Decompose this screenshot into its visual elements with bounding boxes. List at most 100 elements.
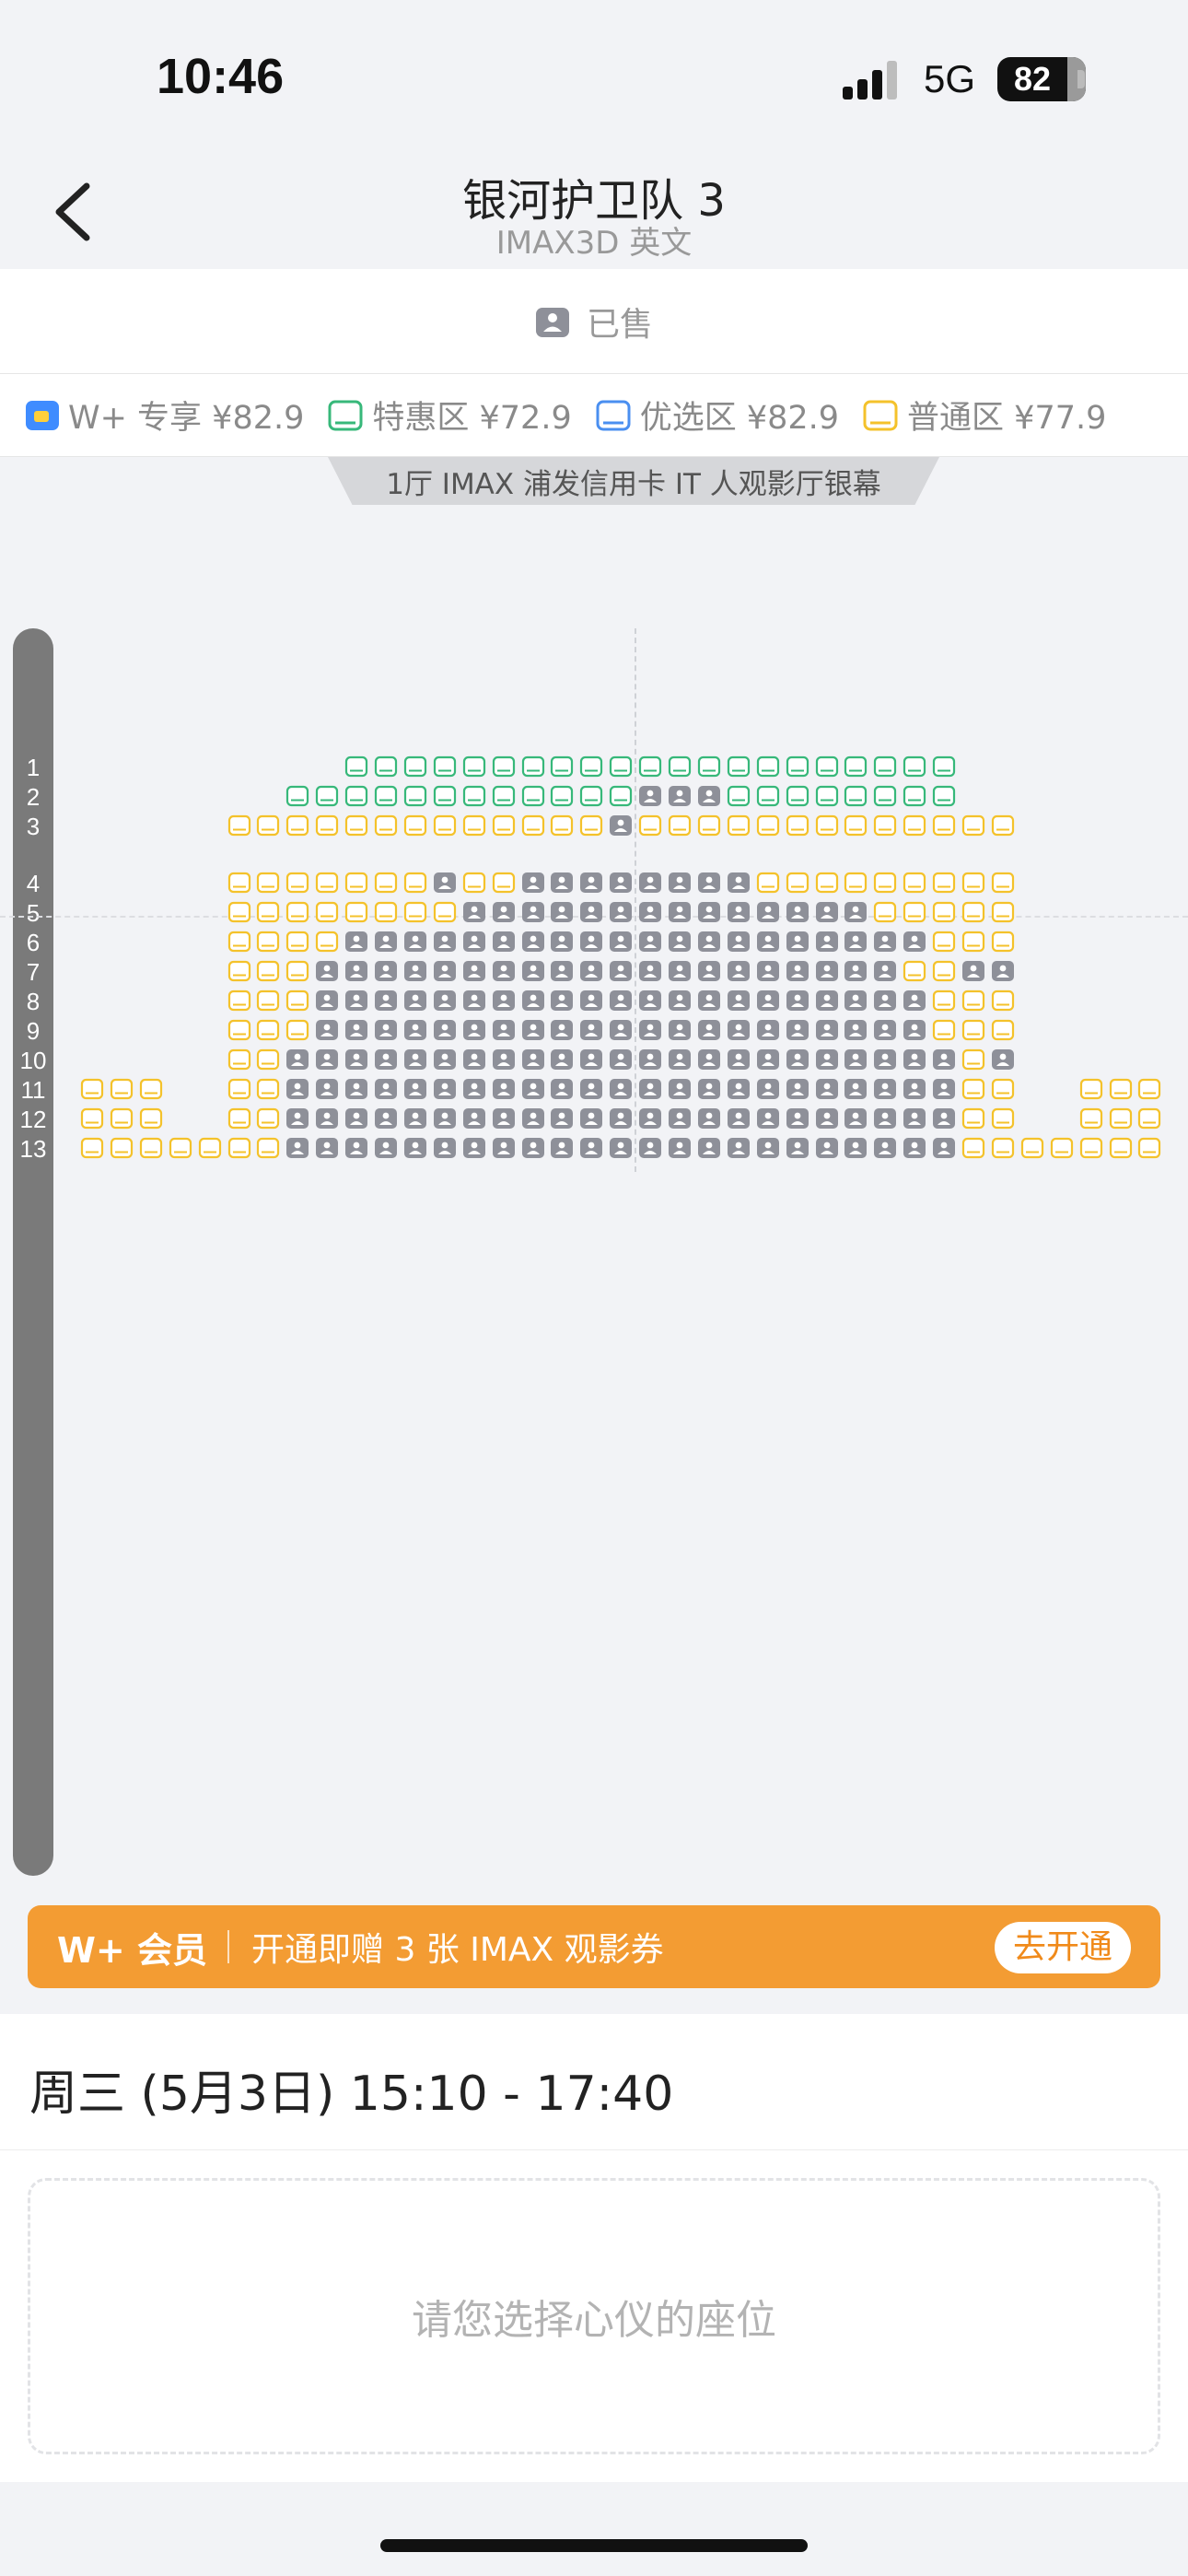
seat-available[interactable] bbox=[492, 785, 516, 807]
seat-available[interactable] bbox=[256, 1107, 280, 1130]
seat-available[interactable] bbox=[786, 814, 809, 837]
seat-available[interactable] bbox=[961, 1107, 985, 1130]
seat-available[interactable] bbox=[285, 989, 309, 1012]
seat-available[interactable] bbox=[1079, 1137, 1103, 1159]
seat-available[interactable] bbox=[227, 1137, 251, 1159]
seat-available[interactable] bbox=[492, 814, 516, 837]
seat-available[interactable] bbox=[756, 872, 780, 894]
seat-available[interactable] bbox=[1079, 1107, 1103, 1130]
seat-available[interactable] bbox=[374, 785, 398, 807]
seat-available[interactable] bbox=[903, 755, 926, 778]
seat-available[interactable] bbox=[315, 872, 339, 894]
seat-available[interactable] bbox=[227, 989, 251, 1012]
seat-available[interactable] bbox=[433, 755, 457, 778]
seat-available[interactable] bbox=[756, 755, 780, 778]
seat-available[interactable] bbox=[374, 755, 398, 778]
seat-available[interactable] bbox=[991, 872, 1015, 894]
seat-available[interactable] bbox=[873, 755, 897, 778]
seat-available[interactable] bbox=[285, 901, 309, 923]
seat-available[interactable] bbox=[579, 785, 603, 807]
seat-map[interactable] bbox=[0, 608, 1188, 1161]
seat-available[interactable] bbox=[903, 814, 926, 837]
seat-available[interactable] bbox=[285, 814, 309, 837]
seat-available[interactable] bbox=[344, 814, 368, 837]
seat-available[interactable] bbox=[285, 1019, 309, 1041]
seat-available[interactable] bbox=[991, 931, 1015, 953]
seat-available[interactable] bbox=[256, 1048, 280, 1071]
showtime-row[interactable]: 周三 (5月3日) 15:10 - 17:40 bbox=[0, 2014, 1188, 2150]
seat-available[interactable] bbox=[903, 901, 926, 923]
seat-available[interactable] bbox=[403, 785, 427, 807]
seat-available[interactable] bbox=[227, 1019, 251, 1041]
seat-available[interactable] bbox=[550, 755, 574, 778]
seat-available[interactable] bbox=[139, 1078, 163, 1100]
seat-available[interactable] bbox=[80, 1107, 104, 1130]
seat-available[interactable] bbox=[315, 901, 339, 923]
seat-available[interactable] bbox=[932, 785, 956, 807]
seat-available[interactable] bbox=[403, 814, 427, 837]
seat-available[interactable] bbox=[227, 1107, 251, 1130]
seat-available[interactable] bbox=[227, 1048, 251, 1071]
seat-available[interactable] bbox=[521, 814, 545, 837]
seat-available[interactable] bbox=[285, 960, 309, 982]
seat-available[interactable] bbox=[727, 814, 751, 837]
seat-available[interactable] bbox=[1137, 1107, 1161, 1130]
seat-available[interactable] bbox=[110, 1107, 134, 1130]
seat-available[interactable] bbox=[961, 901, 985, 923]
seat-available[interactable] bbox=[1109, 1137, 1133, 1159]
seat-available[interactable] bbox=[786, 872, 809, 894]
seat-available[interactable] bbox=[256, 960, 280, 982]
seat-available[interactable] bbox=[786, 755, 809, 778]
seat-available[interactable] bbox=[110, 1078, 134, 1100]
seat-available[interactable] bbox=[550, 814, 574, 837]
seat-available[interactable] bbox=[433, 901, 457, 923]
seat-available[interactable] bbox=[638, 755, 662, 778]
seat-available[interactable] bbox=[227, 931, 251, 953]
seat-available[interactable] bbox=[256, 989, 280, 1012]
seat-available[interactable] bbox=[961, 872, 985, 894]
seat-available[interactable] bbox=[521, 755, 545, 778]
seat-available[interactable] bbox=[873, 785, 897, 807]
seat-available[interactable] bbox=[315, 814, 339, 837]
seat-available[interactable] bbox=[169, 1137, 192, 1159]
seat-available[interactable] bbox=[815, 755, 839, 778]
seat-available[interactable] bbox=[609, 755, 633, 778]
seat-available[interactable] bbox=[462, 785, 486, 807]
seat-available[interactable] bbox=[256, 901, 280, 923]
seat-available[interactable] bbox=[1109, 1078, 1133, 1100]
seat-available[interactable] bbox=[521, 785, 545, 807]
seat-available[interactable] bbox=[256, 1137, 280, 1159]
seat-available[interactable] bbox=[815, 785, 839, 807]
open-membership-button[interactable]: 去开通 bbox=[995, 1922, 1131, 1973]
seat-available[interactable] bbox=[844, 755, 868, 778]
seat-available[interactable] bbox=[1020, 1137, 1044, 1159]
seat-available[interactable] bbox=[256, 1078, 280, 1100]
seat-available[interactable] bbox=[932, 814, 956, 837]
seat-available[interactable] bbox=[227, 1078, 251, 1100]
seat-available[interactable] bbox=[315, 931, 339, 953]
seat-available[interactable] bbox=[756, 814, 780, 837]
seat-available[interactable] bbox=[873, 901, 897, 923]
seat-available[interactable] bbox=[961, 1137, 985, 1159]
seat-available[interactable] bbox=[932, 901, 956, 923]
seat-available[interactable] bbox=[285, 785, 309, 807]
seat-available[interactable] bbox=[403, 755, 427, 778]
seat-available[interactable] bbox=[256, 931, 280, 953]
seat-available[interactable] bbox=[344, 872, 368, 894]
seat-available[interactable] bbox=[903, 785, 926, 807]
seat-available[interactable] bbox=[932, 872, 956, 894]
seat-available[interactable] bbox=[932, 960, 956, 982]
seat-available[interactable] bbox=[961, 931, 985, 953]
seat-available[interactable] bbox=[139, 1107, 163, 1130]
seat-available[interactable] bbox=[844, 814, 868, 837]
seat-available[interactable] bbox=[198, 1137, 222, 1159]
seat-available[interactable] bbox=[462, 814, 486, 837]
seat-available[interactable] bbox=[403, 872, 427, 894]
seat-available[interactable] bbox=[727, 785, 751, 807]
seat-available[interactable] bbox=[227, 872, 251, 894]
seat-available[interactable] bbox=[344, 755, 368, 778]
seat-available[interactable] bbox=[991, 1019, 1015, 1041]
seat-available[interactable] bbox=[285, 872, 309, 894]
seat-available[interactable] bbox=[110, 1137, 134, 1159]
seat-available[interactable] bbox=[492, 755, 516, 778]
